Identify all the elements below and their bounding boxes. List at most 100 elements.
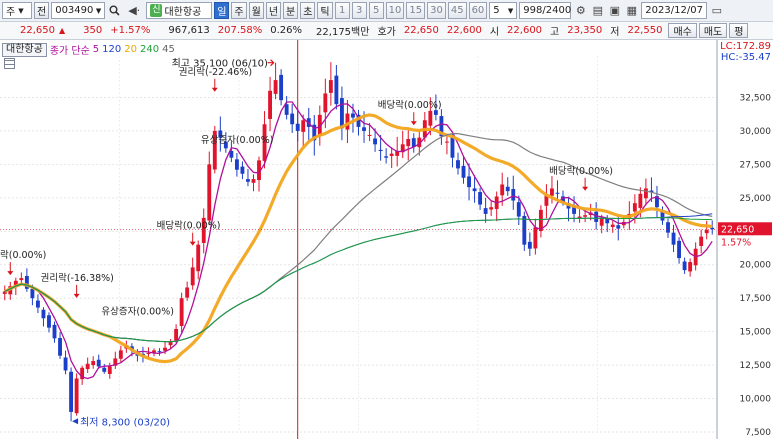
price-bar: 22,650 ▲ 350 +1.57% 967,613 207.58% 0.26… [0, 22, 773, 40]
minute-step-5[interactable]: 5 [368, 2, 384, 19]
period-minute-button[interactable]: 분 [283, 2, 299, 19]
candle-body [682, 261, 687, 271]
low-marker-arrow [72, 418, 79, 425]
sell-button[interactable]: 매도 [698, 23, 728, 38]
period-week-button[interactable]: 주 [231, 2, 247, 19]
date-value: 2023/12/07 [645, 5, 703, 16]
annotation-arrowhead [189, 241, 196, 246]
copy-icon[interactable]: ▤ [590, 2, 605, 19]
speaker-icon[interactable]: ◀· [124, 2, 144, 19]
candle-body [610, 224, 615, 227]
candle-body [478, 192, 483, 205]
save-icon[interactable]: ▣ [607, 2, 622, 19]
candle-body [179, 298, 184, 326]
candlestick-chart[interactable]: 7,50010,00012,50015,00017,50020,00022,50… [0, 40, 773, 439]
candle-body [599, 217, 604, 226]
y-tick-label: 15,000 [740, 328, 772, 338]
annotation-label: 유상증자(0.00%) [201, 135, 274, 146]
y-tick-label: 10,000 [740, 395, 772, 405]
annotation-label: 배당락(0.00%) [157, 220, 221, 232]
expand-icon[interactable]: ▭ [709, 2, 724, 19]
high-label: 고 [550, 27, 560, 38]
annotation-label: 권리락(-16.38%) [41, 272, 114, 284]
candle-body [483, 208, 488, 214]
candle-body [461, 165, 466, 178]
period-tick-button[interactable]: 틱 [317, 2, 333, 19]
legend-ma-120: 120 [102, 44, 122, 55]
minute-step-45[interactable]: 45 [447, 2, 467, 19]
candle-body [174, 328, 179, 341]
candle-body [511, 189, 516, 201]
candle-body [362, 127, 366, 131]
chart-area[interactable]: 7,50010,00012,50015,00017,50020,00022,50… [0, 40, 773, 439]
low-marker-label: 최저 8,300 (03/20) [80, 416, 170, 428]
candle-body [704, 229, 709, 234]
candle-body [472, 188, 477, 192]
chart-legend: 대한항공 종가 단순 5 120 20 240 45 [2, 42, 175, 57]
period-month-button[interactable]: 월 [248, 2, 264, 19]
legend-ma-label: 종가 단순 [49, 46, 90, 57]
count-value: 998/2400 [523, 5, 572, 16]
annotation-arrowhead [410, 121, 417, 126]
minute-step-1[interactable]: 1 [334, 2, 350, 19]
candle-body [533, 227, 538, 249]
chevron-down-icon: ▼ [507, 6, 514, 15]
candle-body [47, 315, 51, 328]
minute-step-15[interactable]: 15 [406, 2, 426, 19]
buy-button[interactable]: 매수 [668, 23, 697, 38]
prev-button[interactable]: 전 [34, 2, 50, 19]
candle-body [85, 363, 90, 370]
low-label: 저 [610, 27, 620, 38]
search-icon[interactable] [107, 2, 122, 19]
annotation-label: 배당락(0.00%) [378, 99, 442, 111]
y-tick-label: 25,000 [740, 194, 772, 204]
count-field[interactable]: 998/2400 [519, 2, 572, 19]
date-field[interactable]: 2023/12/07 [641, 2, 708, 19]
candle-body [638, 193, 643, 208]
y-tick-label: 27,500 [740, 160, 772, 170]
candle-body [268, 90, 273, 119]
interval-select[interactable]: 5 ▼ [489, 2, 518, 19]
chart-toolbar: 주 ▼ 전 003490 ▼ ◀· 신 대한항공 일 주 월 년 분 초 틱 1 3… [0, 0, 773, 22]
minute-step-10[interactable]: 10 [385, 2, 405, 19]
minute-step-30[interactable]: 30 [427, 2, 446, 19]
grid-icon[interactable] [4, 58, 15, 69]
calendar-icon[interactable]: ▦ [624, 2, 639, 19]
candle-body [516, 202, 521, 217]
candle-body [643, 188, 648, 199]
candle-body [273, 80, 278, 94]
candle-body [118, 350, 123, 359]
candle-body [550, 188, 554, 196]
candle-body [284, 104, 289, 115]
period-second-button[interactable]: 초 [300, 2, 316, 19]
minute-step-3[interactable]: 3 [351, 2, 367, 19]
period-code-select[interactable]: 주 ▼ [2, 2, 32, 19]
volume-pct: 207.58% [217, 25, 263, 36]
candle-body [527, 241, 532, 249]
period-day-button[interactable]: 일 [214, 2, 230, 19]
high-value: 23,350 [567, 25, 603, 36]
stock-code-value: 003490 [55, 5, 94, 16]
candle-body [196, 244, 201, 272]
candle-body [345, 113, 350, 130]
eval-button[interactable]: 평 [729, 23, 749, 38]
candle-body [378, 149, 383, 152]
candle-body [35, 300, 40, 308]
candle-body [351, 113, 355, 118]
open-value: 22,600 [507, 25, 543, 36]
candle-body [450, 137, 455, 158]
settings-icon[interactable]: ⚙ [573, 2, 588, 19]
candle-body [157, 351, 162, 353]
turnover-pct: 0.26% [270, 25, 303, 36]
stock-name-field[interactable]: 신 대한항공 [146, 2, 213, 19]
legend-stock-tag[interactable]: 대한항공 [2, 42, 47, 57]
candle-body [666, 222, 670, 233]
candle-body [41, 309, 46, 319]
candle-body [500, 184, 505, 196]
minute-step-60[interactable]: 60 [468, 2, 488, 19]
candle-body [279, 74, 284, 101]
stock-code-input[interactable]: 003490 ▼ [51, 2, 106, 19]
candle-body [240, 166, 245, 174]
period-year-button[interactable]: 년 [265, 2, 282, 19]
candle-body [688, 262, 693, 272]
